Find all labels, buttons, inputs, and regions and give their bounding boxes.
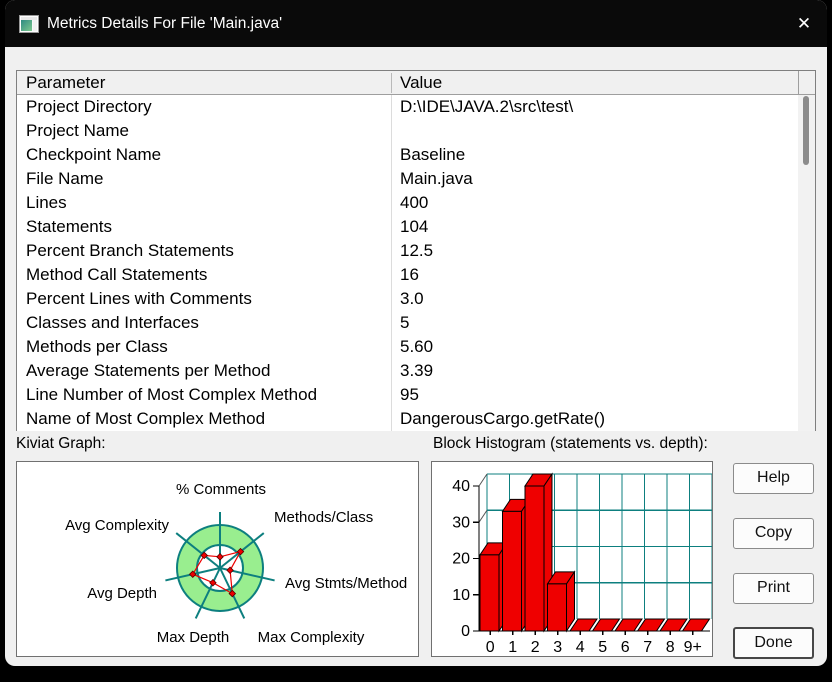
copy-button[interactable]: Copy xyxy=(733,518,814,549)
scrollbar-thumb[interactable] xyxy=(803,96,809,165)
svg-text:3: 3 xyxy=(553,639,562,656)
value-cell: Main.java xyxy=(400,169,473,188)
value-cell: Baseline xyxy=(400,145,466,164)
svg-text:Methods/Class: Methods/Class xyxy=(274,509,373,526)
parameter-cell: Percent Lines with Comments xyxy=(26,289,252,308)
kiviat-graph-label: Kiviat Graph: xyxy=(16,435,106,452)
table-row[interactable]: Percent Branch Statements 12.5 xyxy=(17,239,799,263)
done-button[interactable]: Done xyxy=(733,627,814,659)
parameter-cell: Lines xyxy=(26,193,67,212)
svg-text:0: 0 xyxy=(486,639,495,656)
kiviat-graph: % Comments Methods/Class Avg Stmts/Method M… xyxy=(16,461,419,657)
parameter-cell: Percent Branch Statements xyxy=(26,241,234,260)
table-row[interactable]: Classes and Interfaces 5 xyxy=(17,311,799,335)
table-row[interactable]: Line Number of Most Complex Method 95 xyxy=(17,383,799,407)
value-cell: 5 xyxy=(400,313,410,332)
table-row[interactable]: Checkpoint Name Baseline xyxy=(17,143,799,167)
table-row[interactable]: Methods per Class 5.60 xyxy=(17,335,799,359)
value-cell: 5.60 xyxy=(400,337,434,356)
column-header-value[interactable]: Value xyxy=(391,71,442,95)
svg-text:7: 7 xyxy=(643,639,652,656)
parameter-cell: File Name xyxy=(26,169,104,188)
header-separator xyxy=(798,71,799,95)
parameter-cell: Average Statements per Method xyxy=(26,361,271,380)
value-cell: 104 xyxy=(400,217,429,236)
parameter-cell: Method Call Statements xyxy=(26,265,208,284)
value-cell: 16 xyxy=(400,265,419,284)
parameter-cell: Name of Most Complex Method xyxy=(26,409,266,428)
block-histogram-label: Block Histogram (statements vs. depth): xyxy=(433,435,708,452)
svg-text:9+: 9+ xyxy=(684,639,702,656)
parameter-cell: Line Number of Most Complex Method xyxy=(26,385,318,404)
svg-text:% Comments: % Comments xyxy=(176,481,266,498)
parameter-cell: Checkpoint Name xyxy=(26,145,162,164)
value-cell: 3.0 xyxy=(400,289,424,308)
parameter-cell: Project Name xyxy=(26,121,129,140)
column-divider xyxy=(391,95,392,431)
vertical-scrollbar[interactable] xyxy=(798,95,815,431)
table-row[interactable]: Project Name xyxy=(17,119,799,143)
table-row[interactable]: Name of Most Complex Method DangerousCarg… xyxy=(17,407,799,431)
svg-text:Max Complexity: Max Complexity xyxy=(258,629,365,646)
svg-text:40: 40 xyxy=(452,478,470,495)
column-header-parameter[interactable]: Parameter xyxy=(17,71,105,95)
block-histogram: 0 10 20 30 40 0 1 2 3 4 5 6 7 8 9+ xyxy=(431,461,713,657)
metrics-table[interactable]: Parameter Value Project Directory D:\IDE\… xyxy=(16,70,816,431)
svg-text:5: 5 xyxy=(598,639,607,656)
svg-text:2: 2 xyxy=(531,639,540,656)
window-title: Metrics Details For File 'Main.java' xyxy=(47,15,283,32)
table-row[interactable]: Project Directory D:\IDE\JAVA.2\src\test\ xyxy=(17,95,799,119)
svg-text:Avg Stmts/Method: Avg Stmts/Method xyxy=(285,575,407,592)
svg-text:8: 8 xyxy=(666,639,675,656)
svg-text:0: 0 xyxy=(461,623,470,640)
print-button[interactable]: Print xyxy=(733,573,814,604)
value-cell: 3.39 xyxy=(400,361,434,380)
svg-text:10: 10 xyxy=(452,587,470,604)
kiviat-radar-chart: % Comments Methods/Class Avg Stmts/Method M… xyxy=(65,481,407,646)
table-row[interactable]: Lines 400 xyxy=(17,191,799,215)
header-separator[interactable] xyxy=(391,73,392,93)
svg-text:4: 4 xyxy=(576,639,585,656)
svg-text:Avg Depth: Avg Depth xyxy=(87,585,157,602)
table-row[interactable]: Percent Lines with Comments 3.0 xyxy=(17,287,799,311)
table-row[interactable]: Average Statements per Method 3.39 xyxy=(17,359,799,383)
table-row[interactable]: Statements 104 xyxy=(17,215,799,239)
parameter-cell: Statements xyxy=(26,217,112,236)
table-body: Project Directory D:\IDE\JAVA.2\src\test\… xyxy=(17,95,799,431)
value-cell: DangerousCargo.getRate() xyxy=(400,409,606,428)
svg-text:6: 6 xyxy=(621,639,630,656)
table-header: Parameter Value xyxy=(17,71,815,95)
histogram-chart: 0102030400 1 2 3 4 5 6 7 8 9+ xyxy=(452,472,713,656)
svg-text:1: 1 xyxy=(508,639,517,656)
table-row[interactable]: File Name Main.java xyxy=(17,167,799,191)
parameter-cell: Project Directory xyxy=(26,97,152,116)
value-cell: 95 xyxy=(400,385,419,404)
metrics-dialog: Metrics Details For File 'Main.java' ✕ P… xyxy=(5,0,827,666)
application-icon xyxy=(19,15,39,33)
value-cell: D:\IDE\JAVA.2\src\test\ xyxy=(400,97,574,116)
value-cell: 400 xyxy=(400,193,429,212)
close-icon: ✕ xyxy=(796,13,812,33)
value-cell: 12.5 xyxy=(400,241,434,260)
close-button[interactable]: ✕ xyxy=(781,0,827,47)
svg-text:30: 30 xyxy=(452,514,470,531)
svg-text:Max Depth: Max Depth xyxy=(157,629,230,646)
parameter-cell: Classes and Interfaces xyxy=(26,313,199,332)
parameter-cell: Methods per Class xyxy=(26,337,168,356)
titlebar: Metrics Details For File 'Main.java' ✕ xyxy=(5,0,827,47)
help-button[interactable]: Help xyxy=(733,463,814,494)
svg-text:20: 20 xyxy=(452,551,470,568)
table-row[interactable]: Method Call Statements 16 xyxy=(17,263,799,287)
svg-text:Avg Complexity: Avg Complexity xyxy=(65,517,169,534)
